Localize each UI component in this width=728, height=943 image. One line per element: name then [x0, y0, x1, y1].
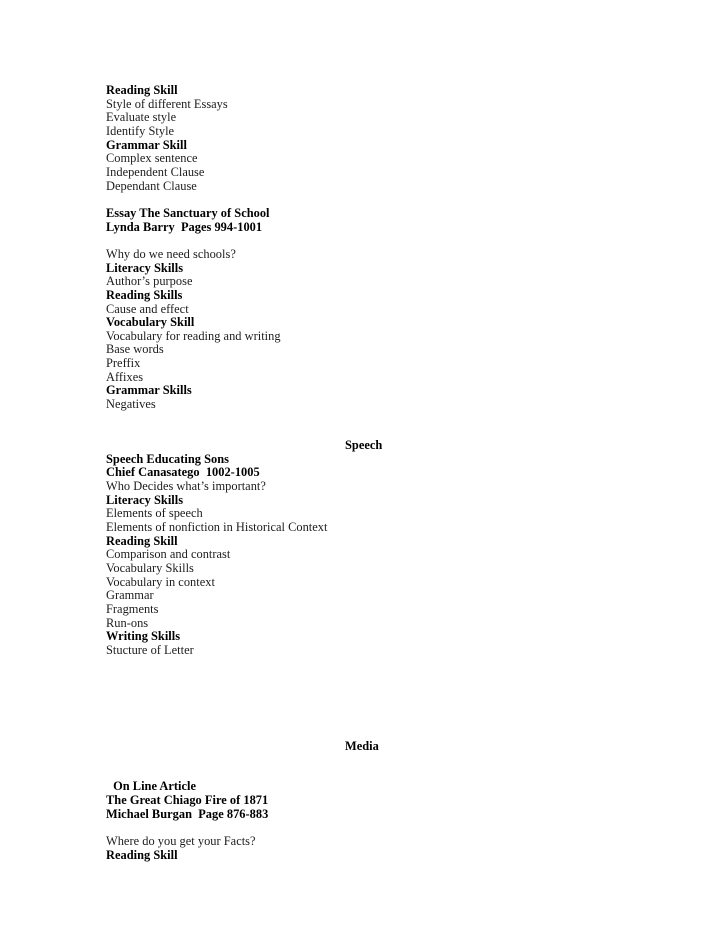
- heading-line: Reading Skill: [106, 533, 178, 548]
- heading-line: Reading Skill: [106, 847, 178, 862]
- heading-line: On Line Article: [110, 779, 197, 794]
- text-line: Evaluate style: [106, 110, 177, 125]
- heading-line: Reading Skills: [106, 287, 183, 302]
- heading-line: Lynda Barry Pages 994-1001: [106, 219, 263, 234]
- text-line: Who Decides what’s important?: [106, 479, 266, 494]
- text-line: Cause and effect: [106, 301, 189, 316]
- text-line: Stucture of Letter: [106, 642, 194, 657]
- text-line: Dependant Clause: [106, 178, 197, 193]
- text-line: Independent Clause: [106, 164, 205, 179]
- heading-line: Literacy Skills: [106, 260, 184, 275]
- text-line: Base words: [106, 342, 164, 357]
- text-line: Preffix: [106, 356, 141, 371]
- heading-line: The Great Chiago Fire of 1871: [106, 793, 269, 808]
- text-line: Vocabulary in context: [106, 574, 215, 589]
- heading-line: Grammar Skills: [106, 383, 192, 398]
- text-line: Run-ons: [106, 615, 149, 630]
- text-line: Author’s purpose: [106, 274, 193, 289]
- text-line: Complex sentence: [106, 151, 198, 166]
- text-line: Elements of nonfiction in Historical Con…: [106, 520, 328, 534]
- heading-line: Grammar Skill: [106, 137, 187, 152]
- text-line: Where do you get your Facts?: [106, 834, 256, 849]
- heading-line: Vocabulary Skill: [106, 315, 195, 330]
- heading-line: Reading Skill: [106, 83, 178, 97]
- text-line: Style of different Essays: [106, 96, 228, 111]
- document-text-body: Reading Skill Style of different Essays Ev…: [106, 83, 666, 862]
- text-line: Comparison and contrast: [106, 547, 231, 562]
- heading-line: Michael Burgan Page 876-883: [106, 806, 269, 821]
- text-line: Why do we need schools?: [106, 246, 236, 261]
- heading-line: Writing Skills: [106, 629, 181, 644]
- heading-line: Speech Educating Sons: [106, 451, 229, 466]
- text-line: Affixes: [106, 369, 144, 384]
- text-line: Fragments: [106, 601, 159, 616]
- text-line: Grammar: [106, 588, 154, 603]
- text-line: Elements of speech: [106, 506, 203, 521]
- heading-line: Essay The Sanctuary of School: [106, 205, 270, 220]
- text-line: Identify Style: [106, 123, 175, 138]
- heading-line: Media: [345, 738, 379, 753]
- text-line: Vocabulary Skills: [106, 560, 194, 575]
- text-line: Vocabulary for reading and writing: [106, 328, 281, 343]
- text-line: Negatives: [106, 397, 156, 412]
- document-page: Reading Skill Style of different Essays Ev…: [0, 0, 728, 943]
- heading-line: Literacy Skills: [106, 492, 184, 507]
- heading-line: Speech: [345, 438, 383, 453]
- heading-line: Chief Canasatego 1002-1005: [106, 465, 260, 480]
